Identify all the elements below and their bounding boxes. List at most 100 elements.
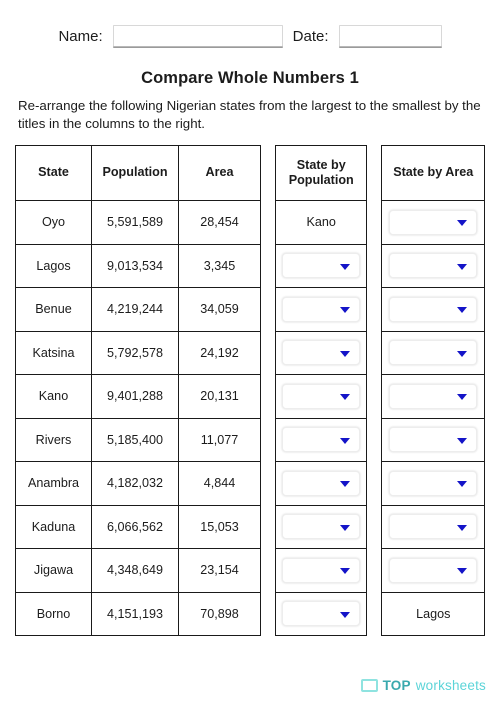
table-row: Lagos bbox=[381, 591, 485, 637]
state-by-area-dropdown[interactable] bbox=[389, 296, 478, 322]
state-by-population-dropdown[interactable] bbox=[282, 253, 361, 279]
table-row bbox=[381, 461, 485, 506]
state-by-area-cell bbox=[381, 243, 485, 289]
state-by-area-dropdown[interactable] bbox=[389, 340, 478, 366]
area-cell: 20,131 bbox=[178, 374, 261, 419]
table-row: Kano 9,401,288 20,131 bbox=[15, 374, 261, 419]
table-row bbox=[274, 374, 368, 419]
state-by-area-prefilled-answer: Lagos bbox=[381, 591, 485, 637]
chevron-down-icon bbox=[340, 611, 351, 618]
population-cell: 4,182,032 bbox=[91, 461, 179, 506]
chevron-down-icon bbox=[340, 568, 351, 575]
topworksheets-logo-icon bbox=[360, 679, 378, 692]
population-cell: 5,591,589 bbox=[91, 200, 179, 245]
name-label: Name: bbox=[58, 27, 103, 45]
area-cell: 3,345 bbox=[178, 243, 261, 289]
state-cell: Jigawa bbox=[15, 548, 92, 593]
state-by-population-dropdown[interactable] bbox=[282, 514, 361, 540]
state-by-area-cell bbox=[381, 548, 485, 593]
logo-text-top: TOP bbox=[382, 678, 411, 693]
table-row: Jigawa 4,348,649 23,154 bbox=[15, 548, 261, 593]
chevron-down-icon bbox=[340, 524, 351, 531]
state-by-area-cell bbox=[381, 461, 485, 506]
state-by-population-cell bbox=[274, 548, 368, 593]
population-cell: 5,185,400 bbox=[91, 417, 179, 463]
column-header-state-by-area: State by Area bbox=[381, 145, 485, 202]
state-by-population-dropdown[interactable] bbox=[282, 427, 361, 453]
population-cell: 4,151,193 bbox=[91, 591, 179, 637]
chevron-down-icon bbox=[457, 307, 468, 314]
name-input[interactable] bbox=[112, 25, 283, 47]
chevron-down-icon bbox=[457, 481, 468, 488]
chevron-down-icon bbox=[457, 437, 468, 444]
chevron-down-icon bbox=[340, 350, 351, 357]
table-row: Borno 4,151,193 70,898 bbox=[15, 591, 261, 637]
table-row bbox=[274, 287, 368, 332]
state-by-population-cell bbox=[274, 287, 368, 332]
area-cell: 23,154 bbox=[178, 548, 261, 593]
date-label: Date: bbox=[292, 27, 329, 45]
state-cell: Kano bbox=[15, 374, 92, 419]
state-by-area-cell bbox=[381, 200, 485, 245]
state-by-area-dropdown[interactable] bbox=[389, 209, 478, 235]
table-row bbox=[381, 330, 485, 376]
state-by-area-dropdown[interactable] bbox=[389, 557, 478, 583]
chevron-down-icon bbox=[457, 220, 468, 227]
state-by-population-dropdown[interactable] bbox=[282, 470, 361, 496]
state-by-population-cell bbox=[274, 374, 368, 419]
state-by-area-dropdown[interactable] bbox=[389, 470, 478, 496]
state-by-population-cell bbox=[274, 504, 368, 550]
chevron-down-icon bbox=[457, 263, 468, 270]
column-header-state: State bbox=[15, 145, 92, 202]
area-cell: 28,454 bbox=[178, 200, 261, 245]
table-row bbox=[381, 504, 485, 550]
state-by-area-dropdown[interactable] bbox=[389, 383, 478, 409]
state-by-population-dropdown[interactable] bbox=[282, 383, 361, 409]
population-cell: 9,013,534 bbox=[91, 243, 179, 289]
state-by-population-cell bbox=[274, 243, 368, 289]
state-by-area-dropdown[interactable] bbox=[389, 253, 478, 279]
date-input[interactable] bbox=[338, 25, 442, 47]
table-row bbox=[381, 548, 485, 593]
state-by-area-dropdown[interactable] bbox=[389, 514, 478, 540]
chevron-down-icon bbox=[457, 524, 468, 531]
column-header-area: Area bbox=[178, 145, 261, 202]
state-by-area-cell bbox=[381, 504, 485, 550]
state-cell: Lagos bbox=[15, 243, 92, 289]
table-header-row: State by Area bbox=[381, 145, 485, 202]
table-row: Kano bbox=[274, 200, 368, 245]
table-row bbox=[274, 243, 368, 289]
state-by-population-dropdown[interactable] bbox=[282, 557, 361, 583]
chevron-down-icon bbox=[457, 568, 468, 575]
state-by-population-dropdown[interactable] bbox=[282, 296, 361, 322]
worksheet-tables: State Population Area Oyo 5,591,589 28,454… bbox=[0, 145, 500, 637]
footer-logo: TOP worksheets bbox=[360, 678, 486, 693]
population-cell: 4,348,649 bbox=[91, 548, 179, 593]
chevron-down-icon bbox=[340, 437, 351, 444]
instructions-text: Re-arrange the following Nigerian states… bbox=[18, 98, 481, 131]
area-cell: 34,059 bbox=[178, 287, 261, 332]
state-cell: Borno bbox=[15, 591, 92, 637]
state-by-population-table: State by Population Kano bbox=[274, 145, 368, 637]
data-table: State Population Area Oyo 5,591,589 28,454… bbox=[15, 145, 261, 637]
column-header-population: Population bbox=[91, 145, 179, 202]
population-cell: 4,219,244 bbox=[91, 287, 179, 332]
state-by-population-dropdown[interactable] bbox=[282, 340, 361, 366]
population-cell: 9,401,288 bbox=[91, 374, 179, 419]
table-row bbox=[381, 200, 485, 245]
state-by-population-dropdown[interactable] bbox=[282, 601, 361, 627]
area-cell: 11,077 bbox=[178, 417, 261, 463]
state-by-population-cell bbox=[274, 417, 368, 463]
table-row: Anambra 4,182,032 4,844 bbox=[15, 461, 261, 506]
state-by-population-cell bbox=[274, 591, 368, 637]
table-row bbox=[381, 374, 485, 419]
table-header-row: State by Population bbox=[274, 145, 368, 202]
table-row bbox=[274, 548, 368, 593]
state-by-area-dropdown[interactable] bbox=[389, 427, 478, 453]
name-date-row: Name: Date: bbox=[0, 0, 500, 47]
area-cell: 70,898 bbox=[178, 591, 261, 637]
logo-text-worksheets: worksheets bbox=[415, 678, 486, 693]
state-cell: Kaduna bbox=[15, 504, 92, 550]
state-cell: Oyo bbox=[15, 200, 92, 245]
state-cell: Anambra bbox=[15, 461, 92, 506]
